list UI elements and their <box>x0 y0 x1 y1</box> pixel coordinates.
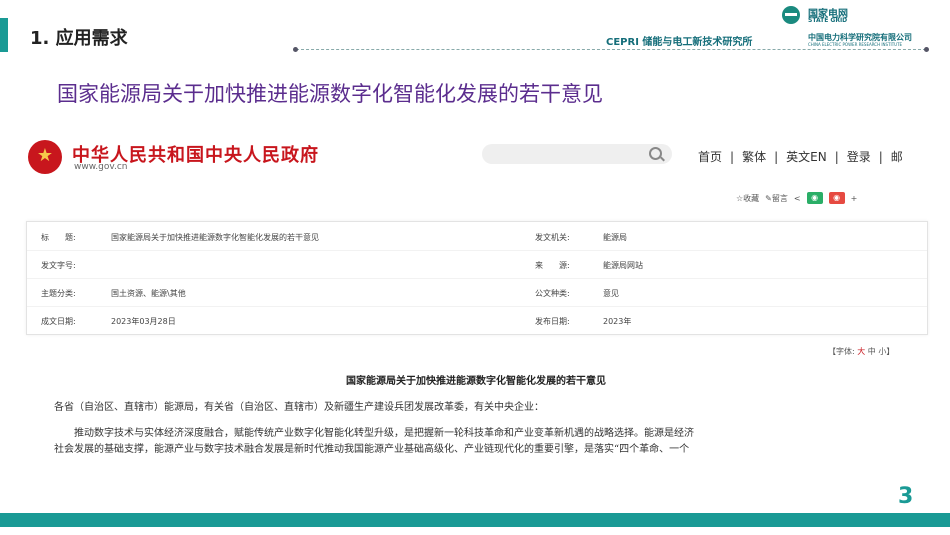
font-size-large[interactable]: 大 <box>857 347 865 356</box>
slide-headline: 国家能源局关于加快推进能源数字化智能化发展的若干意见 <box>57 82 603 106</box>
font-size-small[interactable]: 小】 <box>878 347 894 356</box>
national-emblem-icon <box>28 140 62 174</box>
wechat-icon[interactable]: ◉ <box>806 192 823 204</box>
search-icon[interactable] <box>649 147 662 160</box>
meta-row: 成文日期: 2023年03月28日 发布日期: 2023年 <box>41 317 632 326</box>
comment-button[interactable]: ✎留言 <box>765 193 788 204</box>
page-number: 3 <box>898 484 914 509</box>
document-paragraph: 各省（自治区、直辖市）能源局，有关省（自治区、直辖市）及新疆生产建设兵团发展改革… <box>54 402 544 413</box>
nav-item-mail[interactable]: 邮 <box>891 150 903 164</box>
header-divider <box>296 49 926 50</box>
gov-website-screenshot: 中华人民共和国中央人民政府 www.gov.cn 首页|繁体|英文EN|登录|邮… <box>22 128 930 466</box>
nav-item-traditional[interactable]: 繁体 <box>742 150 766 164</box>
section-title: 1. 应用需求 <box>30 28 128 49</box>
section-accent-bar <box>0 18 8 52</box>
document-meta-table: 标 题: 国家能源局关于加快推进能源数字化智能化发展的若干意见 发文机关: 能源… <box>26 221 928 335</box>
divider-dot-right <box>924 47 929 52</box>
top-nav: 首页 | 繁体 | 英文EN | 登录 | 邮 <box>698 150 903 164</box>
meta-row: 标 题: 国家能源局关于加快推进能源数字化智能化发展的若干意见 发文机关: 能源… <box>27 222 927 251</box>
share-toolbar: ☆收藏 ✎留言 < ◉ ◉ + <box>736 192 857 204</box>
document-title: 国家能源局关于加快推进能源数字化智能化发展的若干意见 <box>346 376 606 387</box>
favorite-button[interactable]: ☆收藏 <box>736 193 759 204</box>
divider-dot-left <box>293 47 298 52</box>
share-icon[interactable]: < <box>794 194 801 203</box>
sgcc-logo-icon <box>782 6 800 24</box>
institute-label: CEPRI 储能与电工新技术研究所 <box>606 37 753 48</box>
gov-site-domain: www.gov.cn <box>74 162 128 172</box>
nav-item-login[interactable]: 登录 <box>847 150 871 164</box>
footer-bar <box>0 513 950 527</box>
nav-item-english[interactable]: 英文EN <box>786 150 827 164</box>
search-input[interactable] <box>482 144 672 164</box>
more-share-icon[interactable]: + <box>851 194 858 203</box>
meta-row: 主题分类: 国土资源、能源\其他 公文种类: 意见 <box>27 278 927 307</box>
font-size-medium[interactable]: 中 <box>868 347 876 356</box>
document-paragraph: 推动数字技术与实体经济深度融合，赋能传统产业数字化智能化转型升级，是把握新一轮科… <box>74 428 694 439</box>
sgcc-logo-en: STATE GRID <box>808 17 848 24</box>
document-paragraph: 社会发展的基础支撑，能源产业与数字技术融合发展是新时代推动我国能源产业基础高级化… <box>54 444 690 455</box>
weibo-icon[interactable]: ◉ <box>828 192 845 204</box>
meta-row: 发文字号: 来 源: 能源局网站 <box>27 250 927 279</box>
nav-item-home[interactable]: 首页 <box>698 150 722 164</box>
epri-logo-en: CHINA ELECTRIC POWER RESEARCH INSTITUTE <box>808 42 903 47</box>
font-size-selector: 【字体: 大 中 小】 <box>828 347 895 356</box>
